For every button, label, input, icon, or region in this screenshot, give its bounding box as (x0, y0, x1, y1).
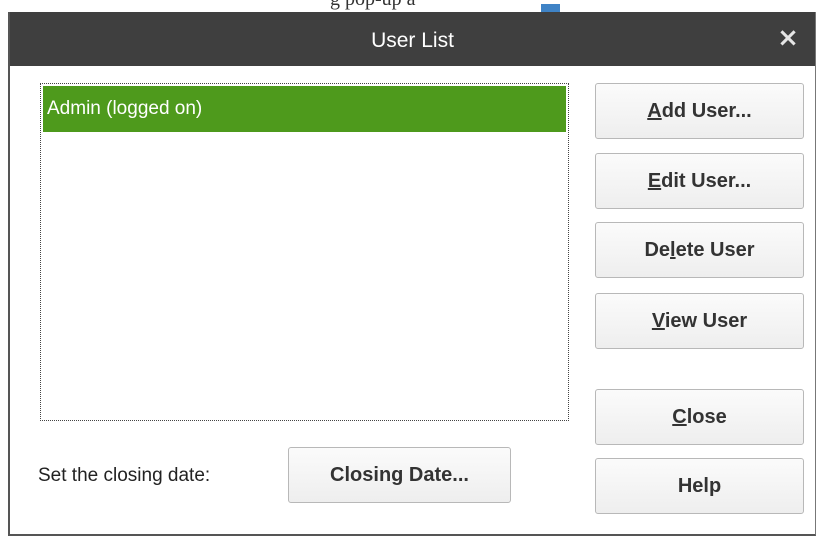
view-user-mnemonic: V (651, 310, 665, 332)
close-button[interactable]: Close (595, 389, 804, 445)
delete-user-label-pre: De (644, 239, 671, 261)
add-user-mnemonic: A (647, 100, 662, 122)
close-icon[interactable]: × (771, 18, 805, 58)
add-user-button[interactable]: Add User... (595, 83, 804, 139)
closing-date-button[interactable]: Closing Date... (288, 447, 511, 503)
view-user-label: iew User (664, 310, 748, 332)
help-button[interactable]: Help (595, 458, 804, 514)
delete-user-label: ete User (675, 239, 755, 261)
close-label: lose (686, 406, 727, 428)
background-window-text: g pop-up a (330, 0, 416, 11)
edit-user-mnemonic: E (647, 170, 662, 192)
user-list-dialog: User List × Admin (logged on) Add User..… (8, 12, 816, 536)
user-listbox[interactable]: Admin (logged on) (40, 83, 569, 421)
dialog-title: User List (371, 29, 454, 52)
delete-user-button[interactable]: Delete User (595, 222, 804, 278)
closing-date-label: Set the closing date: (38, 465, 211, 486)
close-mnemonic: C (672, 406, 687, 428)
add-user-label: dd User... (661, 100, 752, 122)
list-item[interactable]: Admin (logged on) (43, 86, 566, 132)
view-user-button[interactable]: View User (595, 293, 804, 349)
edit-user-button[interactable]: Edit User... (595, 153, 804, 209)
title-bar[interactable]: User List × (10, 12, 815, 66)
edit-user-label: dit User... (661, 170, 752, 192)
background-window-chip (541, 4, 560, 12)
